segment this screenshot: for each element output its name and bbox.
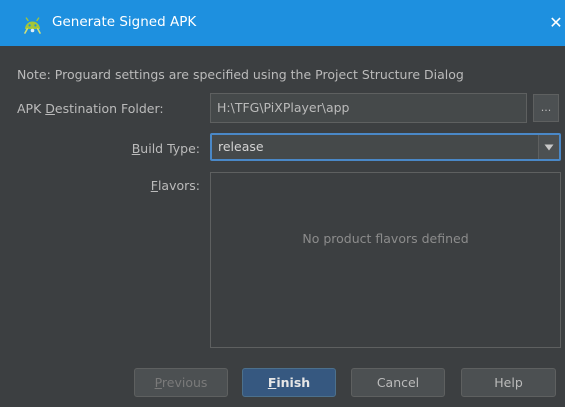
previous-label: revious: [161, 375, 208, 390]
window-title: Generate Signed APK: [52, 14, 197, 30]
finish-button[interactable]: Finish: [242, 368, 336, 397]
destination-folder-label: APK Destination Folder:: [17, 101, 164, 116]
triangle-down-icon[interactable]: [538, 135, 559, 159]
destination-label-pre: APK: [17, 101, 46, 116]
build-type-select[interactable]: release: [210, 133, 561, 161]
destination-folder-input[interactable]: H:\TFG\PiXPlayer\app: [210, 93, 527, 123]
flavors-list[interactable]: No product flavors defined: [210, 172, 561, 348]
previous-mnemonic: P: [154, 375, 162, 390]
cancel-button[interactable]: Cancel: [351, 368, 445, 397]
flavors-label-post: lavors:: [157, 178, 200, 193]
proguard-note: Note: Proguard settings are specified us…: [17, 67, 464, 82]
build-type-label: Build Type:: [132, 141, 200, 156]
destination-label-post: estination Folder:: [54, 101, 164, 116]
flavors-label: Flavors:: [151, 178, 200, 193]
finish-label: inish: [276, 375, 311, 390]
flavors-label-mnemonic: F: [150, 178, 158, 193]
generate-signed-apk-dialog: Generate Signed APK ✕ Note: Proguard set…: [0, 0, 565, 407]
build-type-value: release: [218, 139, 264, 154]
previous-button[interactable]: Previous: [134, 368, 228, 397]
destination-label-mnemonic: D: [45, 101, 55, 116]
close-icon[interactable]: ✕: [547, 13, 565, 33]
help-button[interactable]: Help: [461, 368, 556, 397]
build-type-label-mnemonic: B: [131, 141, 141, 156]
title-bar[interactable]: Generate Signed APK ✕: [0, 0, 565, 46]
android-icon: [22, 13, 43, 34]
browse-button[interactable]: ...: [533, 94, 559, 122]
build-type-label-post: uild Type:: [140, 141, 200, 156]
flavors-empty-text: No product flavors defined: [302, 231, 469, 246]
